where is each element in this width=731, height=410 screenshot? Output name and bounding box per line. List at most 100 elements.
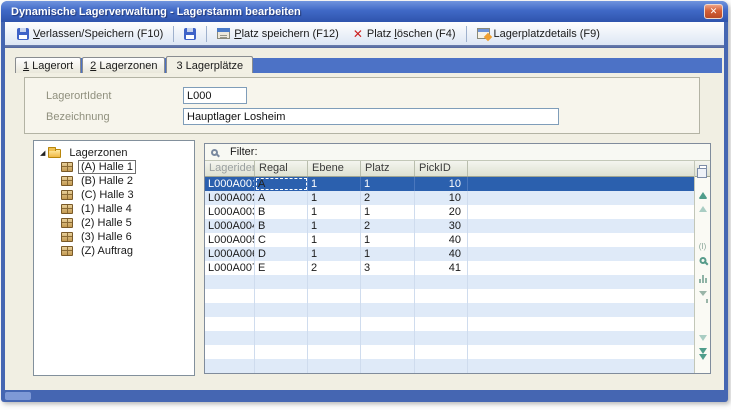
table-row[interactable]: L000A007 E 2 3 41	[205, 261, 694, 275]
empty-row	[205, 289, 694, 303]
cell-pickid[interactable]: 30	[415, 219, 468, 233]
cell-lagerident[interactable]: L000A006	[205, 247, 255, 261]
tree-item-halle-5[interactable]: (2) Halle 5	[34, 216, 194, 230]
cell-lagerident[interactable]: L000A004	[205, 219, 255, 233]
cell-ebene[interactable]: 1	[308, 233, 361, 247]
toolbar-button-label: Lagerplatzdetails (F9)	[494, 28, 600, 40]
save-place-icon	[217, 28, 230, 39]
tree-item-label: (A) Halle 1	[78, 160, 136, 174]
grid-rows: L000A001 A 1 1 10 L000A002 A 1	[205, 177, 694, 373]
cell-filler	[468, 247, 694, 261]
bezeichnung-input[interactable]	[183, 108, 559, 125]
cell-pickid[interactable]: 40	[415, 247, 468, 261]
empty-row	[205, 345, 694, 359]
cell-platz[interactable]: 1	[361, 247, 415, 261]
cell-regal-focused[interactable]: A	[255, 177, 308, 191]
lagerortident-input[interactable]	[183, 87, 247, 104]
tree-item-halle-2[interactable]: (B) Halle 2	[34, 174, 194, 188]
cell-platz[interactable]: 3	[361, 261, 415, 275]
cell-ebene[interactable]: 1	[308, 191, 361, 205]
cell-regal[interactable]: D	[255, 247, 308, 261]
column-header-regal[interactable]: Regal	[255, 161, 308, 176]
save-button[interactable]	[177, 23, 203, 44]
column-header-platz[interactable]: Platz	[361, 161, 415, 176]
cell-platz[interactable]: 1	[361, 205, 415, 219]
cell-ebene[interactable]: 2	[308, 261, 361, 275]
zone-crate-icon	[61, 246, 73, 256]
cell-pickid[interactable]: 20	[415, 205, 468, 219]
cell-lagerident[interactable]: L000A001	[205, 177, 255, 191]
toolbar: Verlassen/Speichern (F10) Platz speicher…	[5, 22, 724, 45]
nav-chart-icon[interactable]	[699, 275, 707, 283]
tree-item-halle-6[interactable]: (3) Halle 6	[34, 230, 194, 244]
tree-item-auftrag[interactable]: (Z) Auftrag	[34, 244, 194, 258]
cell-pickid[interactable]: 10	[415, 191, 468, 205]
table-row[interactable]: L000A001 A 1 1 10	[205, 177, 694, 191]
grid-navigator-strip: (I)	[694, 161, 710, 373]
cell-regal[interactable]: A	[255, 191, 308, 205]
cell-filler	[468, 261, 694, 275]
lagerplatzdetails-button[interactable]: Lagerplatzdetails (F9)	[470, 23, 607, 44]
tree-expander-icon[interactable]: ◢	[40, 150, 45, 157]
table-row[interactable]: L000A004 B 1 2 30	[205, 219, 694, 233]
cell-pickid[interactable]: 10	[415, 177, 468, 191]
cell-ebene[interactable]: 1	[308, 205, 361, 219]
tab-lagerort[interactable]: 1 Lagerort	[15, 57, 81, 73]
tree-item-halle-4[interactable]: (1) Halle 4	[34, 202, 194, 216]
table-row[interactable]: L000A006 D 1 1 40	[205, 247, 694, 261]
tab-lagerplaetze[interactable]: 3 Lagerplätze	[166, 56, 253, 73]
empty-row	[205, 317, 694, 331]
grid-filter-row[interactable]: Filter:	[205, 144, 710, 161]
tab-lagerzonen[interactable]: 2 Lagerzonen	[82, 57, 165, 73]
cell-lagerident[interactable]: L000A003	[205, 205, 255, 219]
lagerplaetze-grid: Filter: Lagerident Regal Ebene Platz Pic…	[204, 143, 711, 374]
nav-prev-page-button[interactable]	[699, 206, 707, 212]
cell-lagerident[interactable]: L000A007	[205, 261, 255, 275]
table-row[interactable]: L000A002 A 1 2 10	[205, 191, 694, 205]
cell-pickid[interactable]: 40	[415, 233, 468, 247]
platz-loeschen-button[interactable]: ✕ Platz löschen (F4)	[346, 23, 463, 44]
table-row[interactable]: L000A005 C 1 1 40	[205, 233, 694, 247]
nav-edit-brackets-icon[interactable]: (I)	[699, 243, 707, 251]
platz-speichern-button[interactable]: Platz speichern (F12)	[210, 23, 346, 44]
cell-regal[interactable]: B	[255, 205, 308, 219]
cell-lagerident[interactable]: L000A005	[205, 233, 255, 247]
column-chooser-button[interactable]	[695, 161, 710, 177]
verlassen-speichern-button[interactable]: Verlassen/Speichern (F10)	[10, 23, 170, 44]
column-header-pickid[interactable]: PickID	[415, 161, 468, 176]
tree-root-lagerzonen[interactable]: ◢ Lagerzonen	[34, 146, 194, 160]
column-chooser-icon	[699, 165, 707, 173]
cell-regal[interactable]: B	[255, 219, 308, 233]
table-row[interactable]: L000A003 B 1 1 20	[205, 205, 694, 219]
nav-search-icon[interactable]	[699, 257, 706, 264]
tree-item-halle-1[interactable]: (A) Halle 1	[34, 160, 194, 174]
cell-platz[interactable]: 1	[361, 177, 415, 191]
cell-pickid[interactable]: 41	[415, 261, 468, 275]
client-area: Verlassen/Speichern (F10) Platz speicher…	[5, 22, 724, 390]
cell-regal[interactable]: E	[255, 261, 308, 275]
cell-platz[interactable]: 2	[361, 219, 415, 233]
toolbar-button-label: Platz löschen (F4)	[367, 28, 456, 40]
cell-ebene[interactable]: 1	[308, 219, 361, 233]
close-button[interactable]: ✕	[704, 4, 723, 19]
empty-row	[205, 303, 694, 317]
tree-item-halle-3[interactable]: (C) Halle 3	[34, 188, 194, 202]
nav-first-row-button[interactable]	[699, 180, 707, 192]
nav-filter-icon[interactable]	[699, 291, 707, 296]
column-header-lagerident[interactable]: Lagerident	[205, 161, 255, 176]
cell-platz[interactable]: 1	[361, 233, 415, 247]
zone-crate-icon	[61, 190, 73, 200]
cell-lagerident[interactable]: L000A002	[205, 191, 255, 205]
column-header-ebene[interactable]: Ebene	[308, 161, 361, 176]
zone-crate-icon	[61, 232, 73, 242]
nav-next-page-button[interactable]	[699, 335, 707, 341]
cell-filler	[468, 177, 694, 191]
cell-platz[interactable]: 2	[361, 191, 415, 205]
nav-last-row-button[interactable]	[699, 360, 707, 372]
cell-ebene[interactable]: 1	[308, 247, 361, 261]
tree-item-label: (C) Halle 3	[78, 188, 137, 202]
cell-regal[interactable]: C	[255, 233, 308, 247]
nav-prev-row-button[interactable]	[699, 193, 707, 199]
cell-ebene[interactable]: 1	[308, 177, 361, 191]
tree-item-label: (2) Halle 5	[78, 216, 135, 230]
